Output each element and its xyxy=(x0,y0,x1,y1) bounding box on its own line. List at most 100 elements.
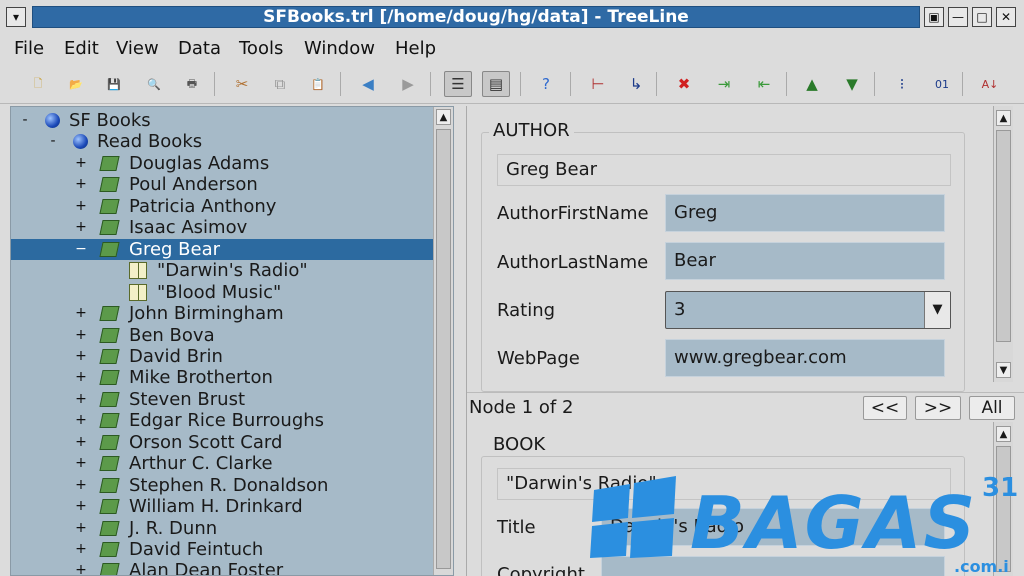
tree-node[interactable]: + Stephen R. Donaldson xyxy=(11,475,433,496)
tree-view[interactable]: + Alan Dean Foster + David Feintuch + J. R. D… xyxy=(10,106,454,576)
tree-node[interactable]: + Poul Anderson xyxy=(11,174,433,195)
scroll-up-icon[interactable]: ▲ xyxy=(436,109,451,125)
tree-node[interactable]: + William H. Drinkard xyxy=(11,496,433,517)
book-icon xyxy=(99,177,120,193)
tree-node[interactable]: "Blood Music" xyxy=(11,282,433,303)
close-icon[interactable]: ✕ xyxy=(996,7,1016,27)
insert-after-icon[interactable]: ↳ xyxy=(622,71,650,97)
expand-icon[interactable]: + xyxy=(75,367,87,388)
copy-icon[interactable]: ⧉ xyxy=(266,71,294,97)
menu-file[interactable]: File xyxy=(14,38,44,59)
window-menu-icon[interactable]: ▾ xyxy=(6,7,26,27)
move-down-icon[interactable]: ▼ xyxy=(838,71,866,97)
tree-node[interactable]: + Ben Bova xyxy=(11,325,433,346)
new-file-icon[interactable]: 🗋 xyxy=(24,71,52,97)
rating-select[interactable]: 3 ▼ xyxy=(665,291,951,329)
field-label-copyright: Copyright xyxy=(497,564,585,576)
cut-icon[interactable]: ✂ xyxy=(228,71,256,97)
menu-help[interactable]: Help xyxy=(395,38,436,59)
authorlastname-field[interactable]: Bear xyxy=(665,242,945,280)
scroll-up-icon[interactable]: ▲ xyxy=(996,110,1011,126)
numbering-icon[interactable]: ⁝ xyxy=(888,71,916,97)
chevron-down-icon[interactable]: ▼ xyxy=(924,292,950,328)
menu-window[interactable]: Window xyxy=(304,38,375,59)
editor-scrollbar-top[interactable]: ▲ ▼ xyxy=(993,106,1013,382)
tree-node-label: William H. Drinkard xyxy=(129,496,303,518)
expand-icon[interactable]: + xyxy=(75,496,87,517)
tree-node[interactable]: + Isaac Asimov xyxy=(11,217,433,238)
expand-icon[interactable]: + xyxy=(75,303,87,324)
back-icon[interactable]: ◀ xyxy=(354,71,382,97)
open-file-icon[interactable]: 📂 xyxy=(62,71,90,97)
tree-node[interactable]: - SF Books xyxy=(11,110,433,131)
move-up-icon[interactable]: ▲ xyxy=(798,71,826,97)
scroll-thumb[interactable] xyxy=(436,129,451,569)
prev-node-button[interactable]: << xyxy=(863,396,907,420)
maximize-icon[interactable]: □ xyxy=(972,7,992,27)
expand-icon[interactable]: + xyxy=(75,410,87,431)
menu-edit[interactable]: Edit xyxy=(64,38,99,59)
help-icon[interactable]: ? xyxy=(532,71,560,97)
add-child-icon[interactable]: ⊢ xyxy=(584,71,612,97)
author-heading-field[interactable]: Greg Bear xyxy=(497,154,951,186)
next-node-button[interactable]: >> xyxy=(915,396,961,420)
expand-icon[interactable]: + xyxy=(75,518,87,539)
scroll-up-icon[interactable]: ▲ xyxy=(996,426,1011,442)
tree-node[interactable]: "Darwin's Radio" xyxy=(11,260,433,281)
save-icon[interactable]: 💾 xyxy=(100,71,128,97)
shade-icon[interactable]: ▣ xyxy=(924,7,944,27)
scroll-thumb[interactable] xyxy=(996,130,1011,342)
tree-node[interactable]: + David Feintuch xyxy=(11,539,433,560)
expand-icon[interactable]: + xyxy=(75,153,87,174)
tree-node[interactable]: + Mike Brotherton xyxy=(11,367,433,388)
tree-node[interactable]: − Greg Bear xyxy=(11,238,433,260)
collapse-icon[interactable]: - xyxy=(47,131,59,152)
print-preview-icon[interactable]: 🔍 xyxy=(140,71,168,97)
tree-node[interactable]: + Patricia Anthony xyxy=(11,196,433,217)
tree-node[interactable]: + Arthur C. Clarke xyxy=(11,453,433,474)
menu-view[interactable]: View xyxy=(116,38,159,59)
tree-node[interactable]: + Orson Scott Card xyxy=(11,432,433,453)
menu-tools[interactable]: Tools xyxy=(239,38,283,59)
expand-icon[interactable]: + xyxy=(75,389,87,410)
expand-icon[interactable]: + xyxy=(75,475,87,496)
book-icon xyxy=(99,155,120,171)
print-icon[interactable]: 🖶 xyxy=(178,71,206,97)
expand-icon[interactable]: + xyxy=(75,432,87,453)
scroll-down-icon[interactable]: ▼ xyxy=(996,362,1011,378)
expand-icon[interactable]: + xyxy=(75,174,87,195)
indent-icon[interactable]: ⇥ xyxy=(710,71,738,97)
tree-node-label: Mike Brotherton xyxy=(129,367,273,389)
tree-node[interactable]: + Steven Brust xyxy=(11,389,433,410)
expand-icon[interactable]: + xyxy=(75,325,87,346)
title-list-view-icon[interactable]: ▤ xyxy=(482,71,510,97)
collapse-icon[interactable]: - xyxy=(19,110,31,131)
forward-icon[interactable]: ▶ xyxy=(394,71,422,97)
sort-icon[interactable]: A↓ xyxy=(976,71,1004,97)
collapse-icon[interactable]: − xyxy=(75,239,87,260)
menu-data[interactable]: Data xyxy=(178,38,221,59)
tree-node[interactable]: + Edgar Rice Burroughs xyxy=(11,410,433,431)
tree-node[interactable]: + John Birmingham xyxy=(11,303,433,324)
tree-node[interactable]: + David Brin xyxy=(11,346,433,367)
unindent-icon[interactable]: ⇤ xyxy=(750,71,778,97)
expand-icon[interactable]: + xyxy=(75,539,87,560)
data-editor-view-icon[interactable]: ☰ xyxy=(444,71,472,97)
tree-node[interactable]: + Douglas Adams xyxy=(11,153,433,174)
tree-node[interactable]: + Alan Dean Foster xyxy=(11,560,433,575)
webpage-field[interactable]: www.gregbear.com xyxy=(665,339,945,377)
authorfirstname-field[interactable]: Greg xyxy=(665,194,945,232)
paste-icon[interactable]: 📋 xyxy=(304,71,332,97)
tree-node[interactable]: - Read Books xyxy=(11,131,433,152)
expand-icon[interactable]: + xyxy=(75,196,87,217)
minimize-icon[interactable]: — xyxy=(948,7,968,27)
all-nodes-button[interactable]: All xyxy=(969,396,1015,420)
tree-scrollbar[interactable]: ▲ xyxy=(433,107,453,575)
expand-icon[interactable]: + xyxy=(75,560,87,575)
tree-node[interactable]: + J. R. Dunn xyxy=(11,518,433,539)
expand-icon[interactable]: + xyxy=(75,453,87,474)
binary-icon[interactable]: 01 xyxy=(928,71,956,97)
expand-icon[interactable]: + xyxy=(75,217,87,238)
expand-icon[interactable]: + xyxy=(75,346,87,367)
delete-node-icon[interactable]: ✖ xyxy=(670,71,698,97)
